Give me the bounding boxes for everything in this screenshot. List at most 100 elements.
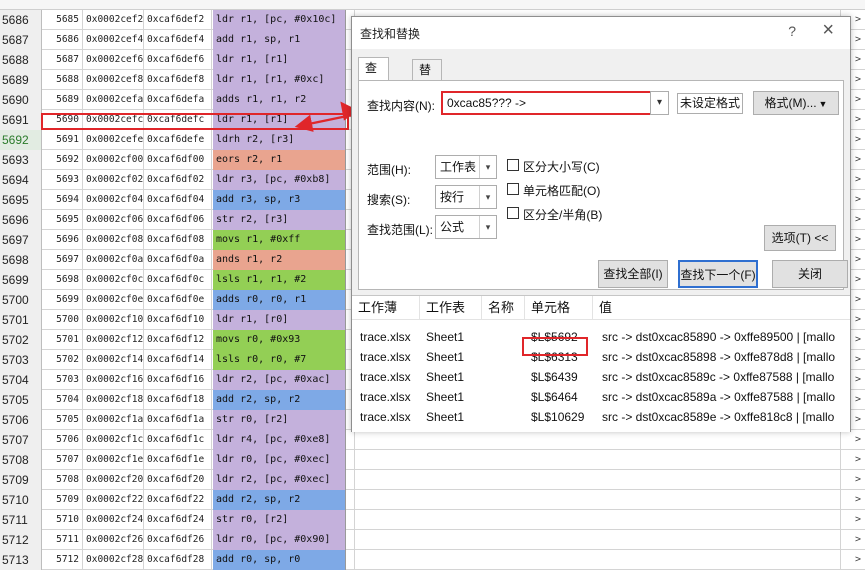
cell-index[interactable]: 5703 [43, 370, 83, 390]
cell-offset[interactable]: 0x0002cf04 [84, 190, 144, 210]
cell-index[interactable]: 5693 [43, 170, 83, 190]
cell-address[interactable]: 0xcaf6def6 [145, 50, 212, 70]
cell-offset[interactable]: 0x0002cef6 [84, 50, 144, 70]
cell-address[interactable]: 0xcaf6df00 [145, 150, 212, 170]
cell-address[interactable]: 0xcaf6df24 [145, 510, 212, 530]
cell-offset[interactable]: 0x0002cefc [84, 110, 144, 130]
cell-offset[interactable]: 0x0002cf10 [84, 310, 144, 330]
row-header[interactable]: 5699 [0, 270, 42, 290]
cell-instruction[interactable]: add r1, sp, r1 [213, 30, 346, 50]
sheet-row[interactable]: 5708 5707 0x0002cf1e 0xcaf6df1e ldr r0, [pc,… [0, 450, 865, 470]
row-header[interactable]: 5692 [0, 130, 42, 150]
cell-instruction[interactable]: ldr r1, [r1, #0xc] [213, 70, 346, 90]
cell-address[interactable]: 0xcaf6df12 [145, 330, 212, 350]
cell-offset[interactable]: 0x0002cf24 [84, 510, 144, 530]
cell-offset[interactable]: 0x0002cf1c [84, 430, 144, 450]
cell-address[interactable]: 0xcaf6df08 [145, 230, 212, 250]
options-button[interactable]: 选项(T) << [764, 225, 836, 251]
cell-instruction[interactable]: movs r0, #0x93 [213, 330, 346, 350]
row-header[interactable]: 5705 [0, 390, 42, 410]
cell-instruction[interactable]: ldr r1, [r1] [213, 50, 346, 70]
cell-index[interactable]: 5689 [43, 90, 83, 110]
tab-replace[interactable]: 替换(P) [412, 59, 442, 119]
cell-address[interactable]: 0xcaf6def8 [145, 70, 212, 90]
cell-index[interactable]: 5712 [43, 550, 83, 570]
cell-instruction[interactable]: lsls r1, r1, #2 [213, 270, 346, 290]
row-header[interactable]: 5701 [0, 310, 42, 330]
cell-address[interactable]: 0xcaf6df0e [145, 290, 212, 310]
cell-address[interactable]: 0xcaf6defc [145, 110, 212, 130]
cell-next[interactable] [347, 450, 355, 470]
tab-find[interactable]: 查找(D) [358, 57, 389, 117]
cell-index[interactable]: 5711 [43, 530, 83, 550]
cell-index[interactable]: 5709 [43, 490, 83, 510]
row-header[interactable]: 5700 [0, 290, 42, 310]
cell-instruction[interactable]: ldr r3, [pc, #0xb8] [213, 170, 346, 190]
cell-offset[interactable]: 0x0002cf12 [84, 330, 144, 350]
cell-index[interactable]: 5697 [43, 250, 83, 270]
cell-offset[interactable]: 0x0002cef4 [84, 30, 144, 50]
cell-overflow[interactable] [840, 550, 865, 570]
result-row[interactable]: trace.xlsx Sheet1 $L$6313 src -> dst0xcac85… [352, 347, 850, 367]
cell-address[interactable]: 0xcaf6defa [145, 90, 212, 110]
column-header-name[interactable]: 名称 [482, 296, 525, 320]
row-header[interactable]: 5686 [0, 10, 42, 30]
cell-offset[interactable]: 0x0002cefa [84, 90, 144, 110]
match-entire-cell-checkbox[interactable] [507, 183, 519, 195]
cell-address[interactable]: 0xcaf6df28 [145, 550, 212, 570]
cell-index[interactable]: 5691 [43, 130, 83, 150]
sheet-row[interactable]: 5711 5710 0x0002cf24 0xcaf6df24 str r0, [r2] [0, 510, 865, 530]
sheet-row[interactable]: 5709 5708 0x0002cf20 0xcaf6df20 ldr r2, [pc,… [0, 470, 865, 490]
chevron-down-icon[interactable]: ▾ [650, 91, 669, 115]
row-header[interactable]: 5709 [0, 470, 42, 490]
cell-address[interactable]: 0xcaf6df1c [145, 430, 212, 450]
cell-index[interactable]: 5685 [43, 10, 83, 30]
cell-index[interactable]: 5701 [43, 330, 83, 350]
cell-address[interactable]: 0xcaf6df04 [145, 190, 212, 210]
cell-instruction[interactable]: ldr r2, [pc, #0xac] [213, 370, 346, 390]
match-case-checkbox[interactable] [507, 159, 519, 171]
cell-address[interactable]: 0xcaf6df0a [145, 250, 212, 270]
cell-instruction[interactable]: ldr r2, [pc, #0xec] [213, 470, 346, 490]
search-select[interactable]: 按行 ▾ [435, 185, 497, 209]
sheet-row[interactable]: 5712 5711 0x0002cf26 0xcaf6df26 ldr r0, [pc,… [0, 530, 865, 550]
cell-offset[interactable]: 0x0002cf0c [84, 270, 144, 290]
cell-next[interactable] [347, 510, 355, 530]
cell-overflow[interactable] [840, 530, 865, 550]
row-header[interactable]: 5697 [0, 230, 42, 250]
cell-address[interactable]: 0xcaf6df22 [145, 490, 212, 510]
cell-instruction[interactable]: add r2, sp, r2 [213, 390, 346, 410]
cell-instruction[interactable]: eors r2, r1 [213, 150, 346, 170]
result-row[interactable]: trace.xlsx Sheet1 $L$5692 src -> dst0xcac85… [352, 327, 850, 347]
row-header[interactable]: 5698 [0, 250, 42, 270]
cell-instruction[interactable]: lsls r0, r0, #7 [213, 350, 346, 370]
cell-offset[interactable]: 0x0002cf14 [84, 350, 144, 370]
cell-instruction[interactable]: adds r0, r0, r1 [213, 290, 346, 310]
result-row[interactable]: trace.xlsx Sheet1 $L$6439 src -> dst0xcac85… [352, 367, 850, 387]
cell-index[interactable]: 5695 [43, 210, 83, 230]
cell-index[interactable]: 5705 [43, 410, 83, 430]
cell-overflow[interactable] [840, 450, 865, 470]
format-button[interactable]: 格式(M)... ▼ [753, 91, 839, 115]
cell-offset[interactable]: 0x0002cf00 [84, 150, 144, 170]
cell-index[interactable]: 5699 [43, 290, 83, 310]
cell-index[interactable]: 5702 [43, 350, 83, 370]
sheet-row[interactable]: 5710 5709 0x0002cf22 0xcaf6df22 add r2, sp, … [0, 490, 865, 510]
row-header[interactable]: 5687 [0, 30, 42, 50]
row-header[interactable]: 5711 [0, 510, 42, 530]
cell-next[interactable] [347, 550, 355, 570]
cell-index[interactable]: 5690 [43, 110, 83, 130]
find-next-button[interactable]: 查找下一个(F) [678, 260, 758, 288]
cell-offset[interactable]: 0x0002cf28 [84, 550, 144, 570]
row-header[interactable]: 5703 [0, 350, 42, 370]
row-header[interactable]: 5702 [0, 330, 42, 350]
row-header[interactable]: 5710 [0, 490, 42, 510]
cell-offset[interactable]: 0x0002cf20 [84, 470, 144, 490]
row-header[interactable]: 5691 [0, 110, 42, 130]
row-header[interactable]: 5690 [0, 90, 42, 110]
column-header-sheet[interactable]: 工作表 [420, 296, 482, 320]
cell-next[interactable] [347, 490, 355, 510]
cell-instruction[interactable]: ldr r1, [r0] [213, 310, 346, 330]
cell-address[interactable]: 0xcaf6df1a [145, 410, 212, 430]
cell-instruction[interactable]: ldr r1, [pc, #0x10c] [213, 10, 346, 30]
